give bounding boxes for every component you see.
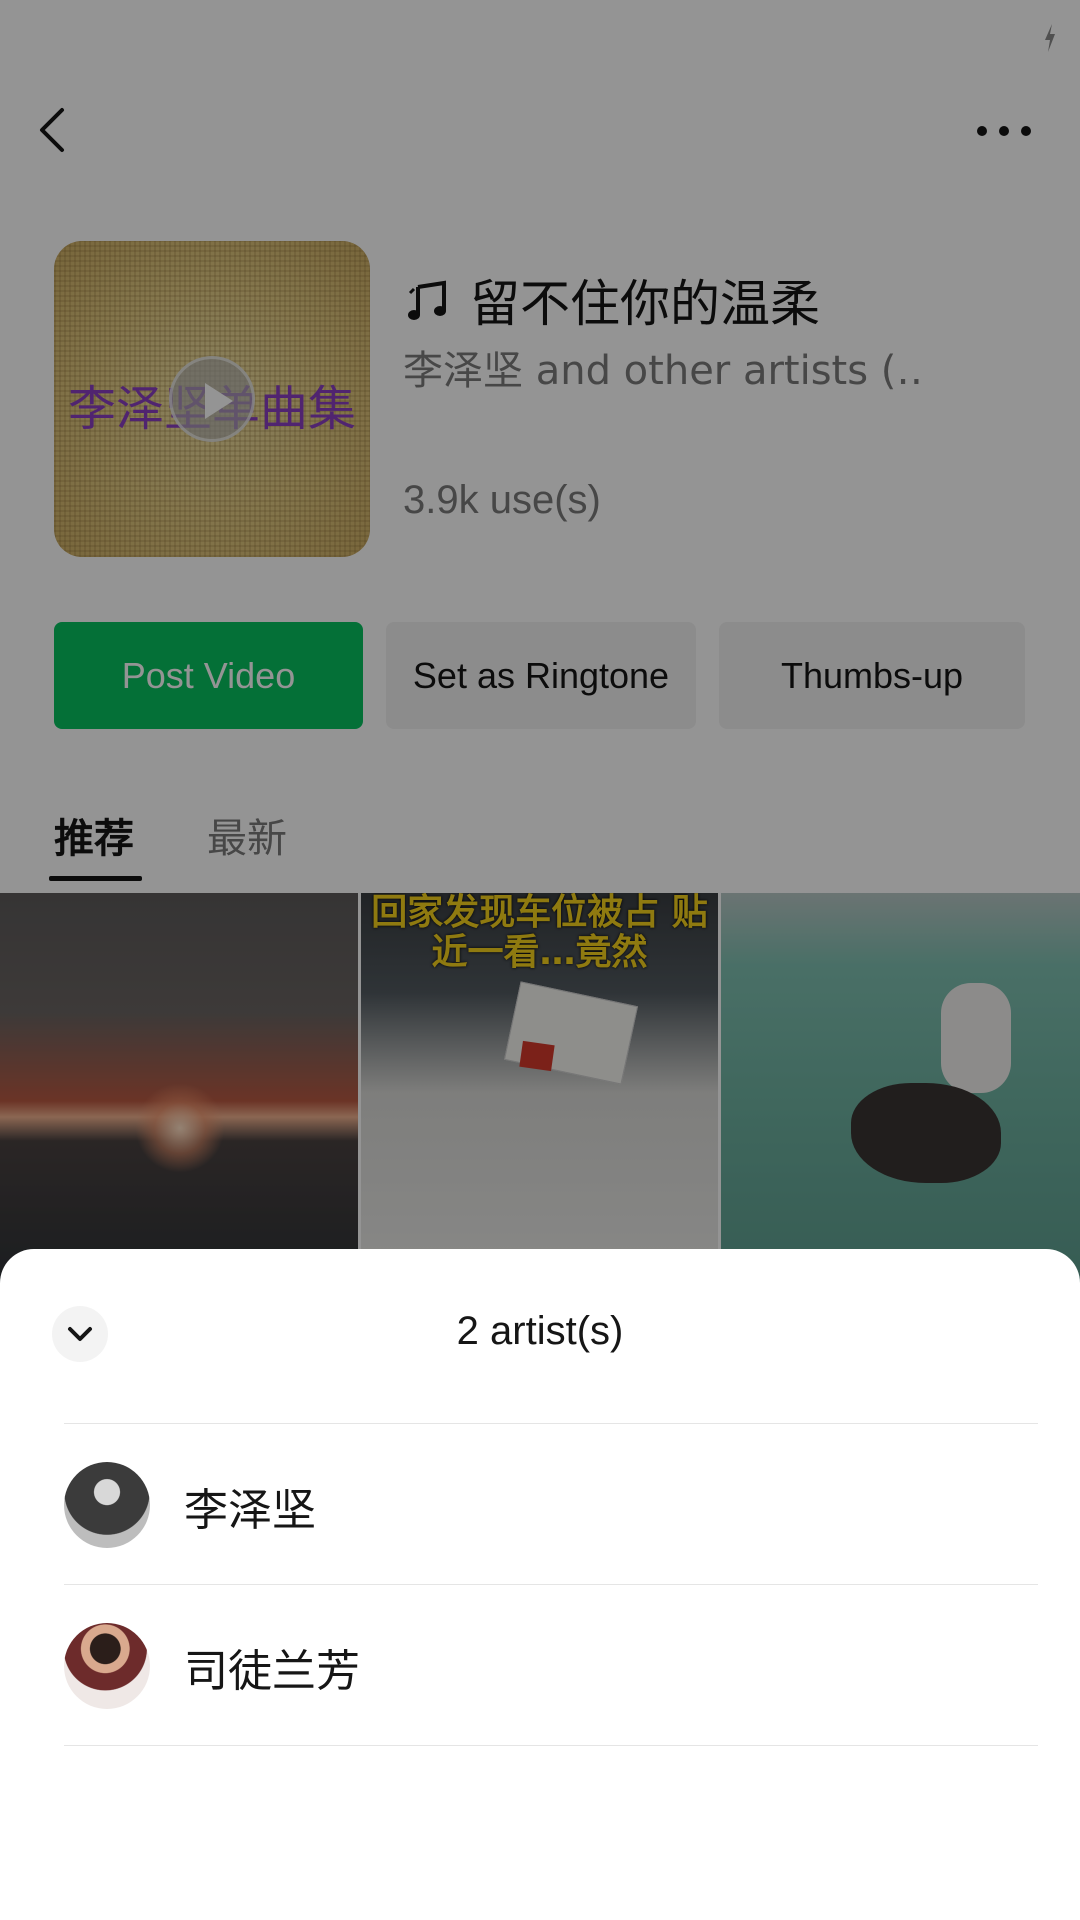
sheet-title: 2 artist(s) xyxy=(456,1309,624,1353)
artists-bottom-sheet: 2 artist(s) 李泽坚 司徒兰芳 xyxy=(0,1249,1080,1920)
artist-row[interactable]: 司徒兰芳 xyxy=(64,1585,1038,1745)
divider xyxy=(64,1745,1038,1746)
artist-name: 司徒兰芳 xyxy=(184,1646,360,1697)
avatar xyxy=(64,1623,150,1709)
artist-name: 李泽坚 xyxy=(184,1485,316,1536)
music-detail-page: 10:31 李泽坚单曲集 留不住你的温柔 李泽坚 and other artis… xyxy=(0,0,1080,1920)
avatar xyxy=(64,1462,150,1548)
artist-row[interactable]: 李泽坚 xyxy=(64,1424,1038,1584)
